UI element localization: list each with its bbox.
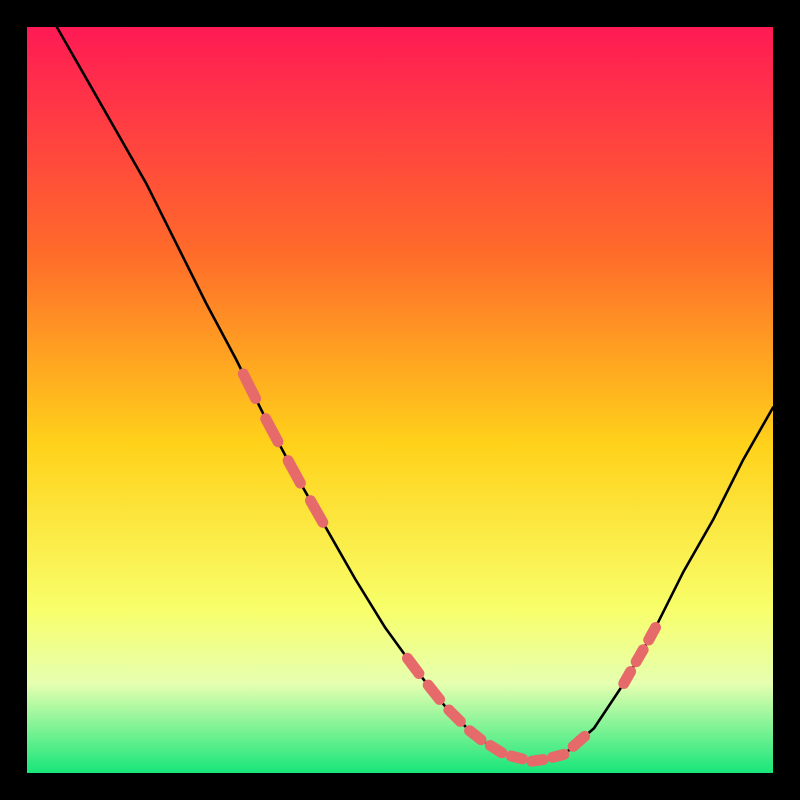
- highlight-dash: [636, 650, 643, 662]
- highlight-dash: [511, 756, 522, 759]
- plot-gradient: [27, 27, 773, 773]
- highlight-dash: [624, 672, 631, 684]
- chart-stage: TheBottleneck.com: [0, 0, 800, 800]
- highlight-dash: [649, 628, 656, 641]
- highlight-dash: [553, 754, 564, 757]
- chart-svg: [0, 0, 800, 800]
- highlight-dash: [470, 731, 481, 740]
- highlight-dash: [490, 746, 501, 753]
- highlight-dash: [573, 736, 584, 746]
- highlight-dash: [532, 760, 543, 762]
